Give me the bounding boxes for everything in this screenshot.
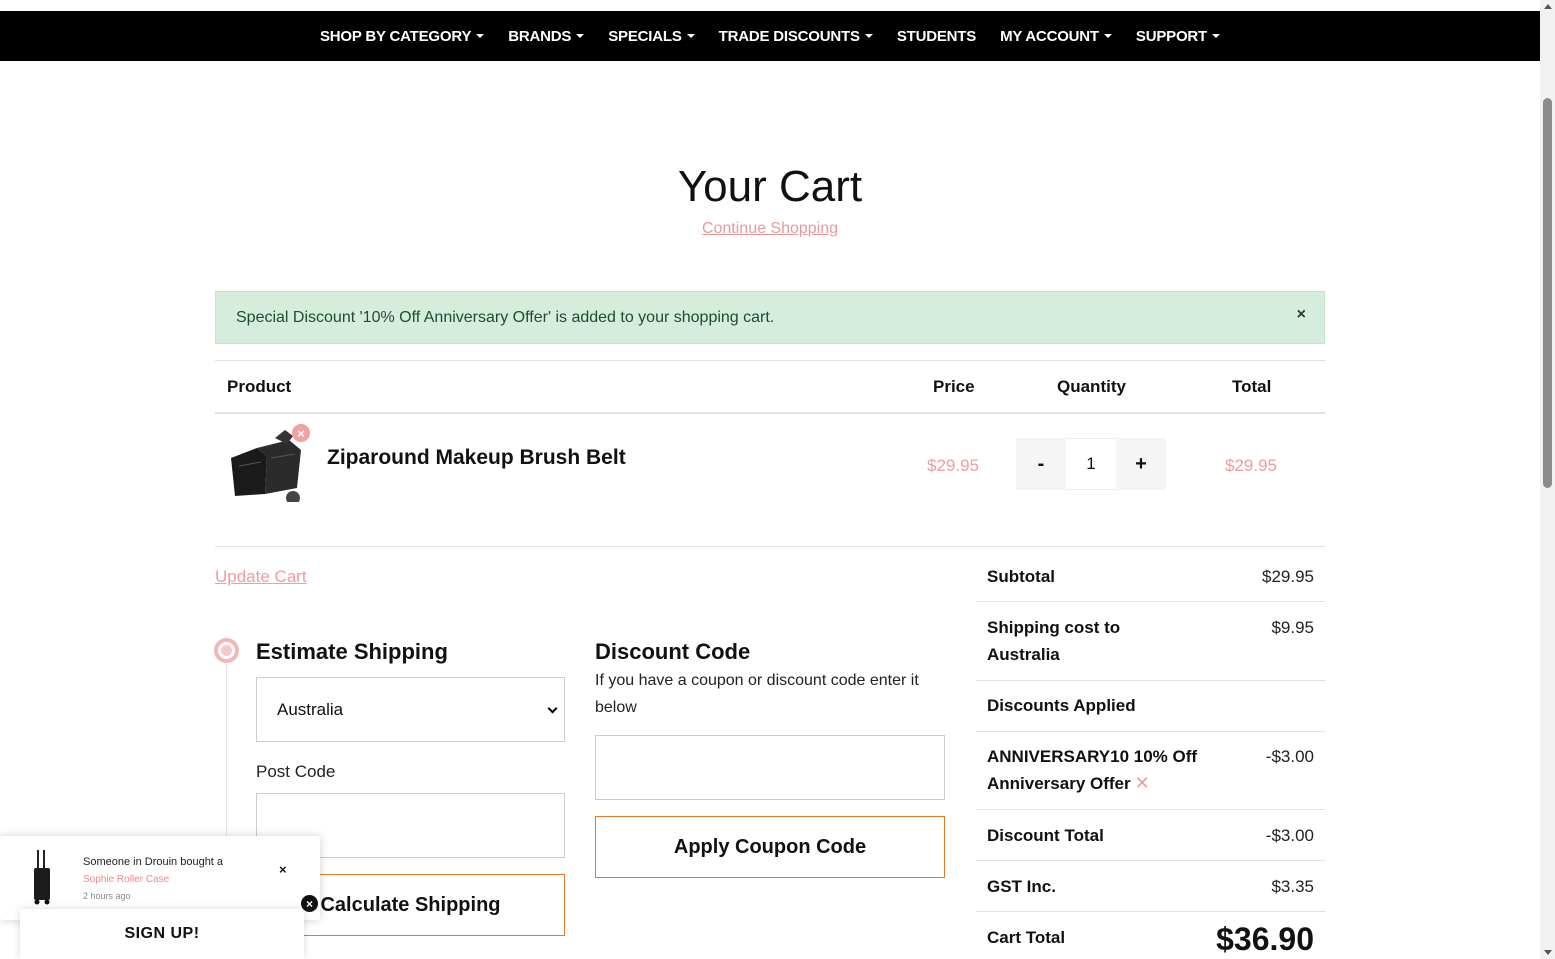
update-cart-link[interactable]: Update Cart — [215, 567, 307, 587]
recent-purchase-toast[interactable]: Someone in Drouin bought a Sophie Roller… — [0, 836, 320, 920]
caret-down-icon — [576, 34, 585, 38]
discount-help-text: If you have a coupon or discount code en… — [595, 672, 919, 716]
cart-item-row: × Ziparound Makeup Brush Belt $29.95 - 1… — [215, 414, 1325, 547]
alert-message: Special Discount '10% Off Anniversary Of… — [236, 308, 775, 326]
toast-text: Someone in Drouin bought a — [83, 856, 224, 868]
subtotal-label: Subtotal — [987, 567, 1055, 586]
nav-my-account[interactable]: MY ACCOUNT — [1000, 28, 1112, 45]
nav-trade-discounts[interactable]: TRADE DISCOUNTS — [719, 28, 873, 45]
discount-code-title: Discount Code — [595, 639, 751, 664]
nav-label: MY ACCOUNT — [1000, 27, 1099, 45]
estimate-shipping-title: Estimate Shipping — [256, 639, 448, 664]
apply-coupon-button[interactable]: Apply Coupon Code — [595, 816, 945, 878]
page-title: Your Cart — [677, 162, 863, 211]
country-select[interactable]: Australia — [256, 677, 565, 742]
nav-label: BRANDS — [508, 27, 572, 45]
caret-down-icon — [686, 34, 695, 38]
summary-coupon-row: ANNIVERSARY10 10% Off Anniversary Offer ✕… — [976, 732, 1325, 810]
discount-code-input[interactable] — [595, 735, 945, 800]
header-quantity: Quantity — [1057, 377, 1126, 396]
header-total: Total — [1232, 377, 1272, 396]
discount-total-label: Discount Total — [987, 826, 1104, 845]
cart-total-value: $36.90 — [1216, 921, 1314, 957]
scroll-up-arrow-icon[interactable] — [1544, 4, 1552, 9]
quantity-increase-button[interactable]: + — [1116, 438, 1166, 490]
nav-students[interactable]: STUDENTS — [897, 28, 976, 45]
item-price: $29.95 — [927, 456, 979, 475]
quantity-stepper: - 1 + — [1016, 438, 1166, 490]
nav-label: STUDENTS — [896, 27, 977, 45]
continue-shopping-link[interactable]: Continue Shopping — [0, 220, 1540, 238]
caret-down-icon — [476, 34, 485, 38]
signup-button[interactable]: SIGN UP! — [20, 909, 304, 959]
caret-down-icon — [1103, 34, 1112, 38]
nav-support[interactable]: SUPPORT — [1135, 27, 1221, 45]
summary-shipping-row: Shipping cost to Australia $9.95 — [976, 602, 1325, 681]
shipping-value: $9.95 — [1271, 618, 1314, 637]
page-scrollbar[interactable] — [1540, 0, 1555, 959]
nav-label: SUPPORT — [1135, 27, 1208, 45]
quantity-input[interactable]: 1 — [1066, 438, 1116, 490]
top-strip — [0, 0, 1540, 11]
summary-cart-total-row: Cart Total $36.90 — [976, 912, 1325, 959]
radio-dot — [221, 645, 232, 656]
scroll-down-arrow-icon[interactable] — [1544, 950, 1552, 955]
nav-label: SHOP BY CATEGORY — [319, 27, 472, 45]
coupon-label: ANNIVERSARY10 10% Off Anniversary Offer — [987, 747, 1198, 793]
product-name[interactable]: Ziparound Makeup Brush Belt — [327, 446, 626, 470]
country-select-value: Australia — [277, 699, 344, 719]
caret-down-icon — [1212, 34, 1221, 38]
discounts-applied-label: Discounts Applied — [987, 696, 1136, 715]
summary-discounts-row: Discounts Applied — [976, 681, 1325, 732]
product-thumbnail[interactable] — [227, 428, 305, 502]
summary-gst-row: GST Inc. $3.35 — [976, 861, 1325, 912]
nav-label: TRADE DISCOUNTS — [718, 27, 860, 45]
summary-subtotal-row: Subtotal $29.95 — [976, 551, 1325, 602]
discount-alert: Special Discount '10% Off Anniversary Of… — [215, 291, 1325, 344]
toast-time: 2 hours ago — [83, 891, 131, 901]
caret-down-icon — [864, 34, 873, 38]
header-product: Product — [227, 377, 292, 396]
remove-item-icon[interactable]: × — [292, 424, 310, 442]
nav-shop-by-category[interactable]: SHOP BY CATEGORY — [319, 27, 485, 45]
remove-coupon-icon[interactable]: ✕ — [1135, 773, 1150, 793]
toast-close-icon[interactable]: × — [279, 862, 287, 877]
chevron-down-icon — [547, 703, 558, 714]
summary-discount-total-row: Discount Total -$3.00 — [976, 810, 1325, 861]
shipping-radio[interactable] — [214, 638, 239, 663]
item-total: $29.95 — [1225, 456, 1277, 475]
nav-specials[interactable]: SPECIALS — [608, 27, 695, 45]
alert-close-icon[interactable]: × — [1297, 306, 1306, 324]
gst-label: GST Inc. — [987, 877, 1056, 896]
shipping-label: Shipping cost to Australia — [987, 618, 1121, 664]
nav-brands[interactable]: BRANDS — [508, 27, 585, 45]
cart-total-label: Cart Total — [987, 928, 1066, 947]
order-summary: Subtotal $29.95 Shipping cost to Austral… — [976, 551, 1325, 959]
divider-line — [226, 664, 227, 844]
signup-close-icon[interactable]: × — [300, 894, 319, 913]
coupon-value: -$3.00 — [1265, 747, 1314, 766]
main-navbar: SHOP BY CATEGORY BRANDS SPECIALS TRADE D… — [0, 11, 1540, 61]
scroll-thumb[interactable] — [1543, 98, 1552, 488]
postcode-label: Post Code — [256, 762, 336, 781]
quantity-decrease-button[interactable]: - — [1016, 438, 1066, 490]
gst-value: $3.35 — [1271, 877, 1314, 896]
nav-label: SPECIALS — [608, 27, 682, 45]
header-price: Price — [933, 377, 975, 396]
cart-table-header: Product Price Quantity Total — [215, 360, 1325, 414]
subtotal-value: $29.95 — [1262, 567, 1314, 586]
roller-case-thumbnail — [34, 850, 50, 905]
toast-product-link[interactable]: Sophie Roller Case — [83, 874, 169, 885]
discount-total-value: -$3.00 — [1265, 826, 1314, 845]
